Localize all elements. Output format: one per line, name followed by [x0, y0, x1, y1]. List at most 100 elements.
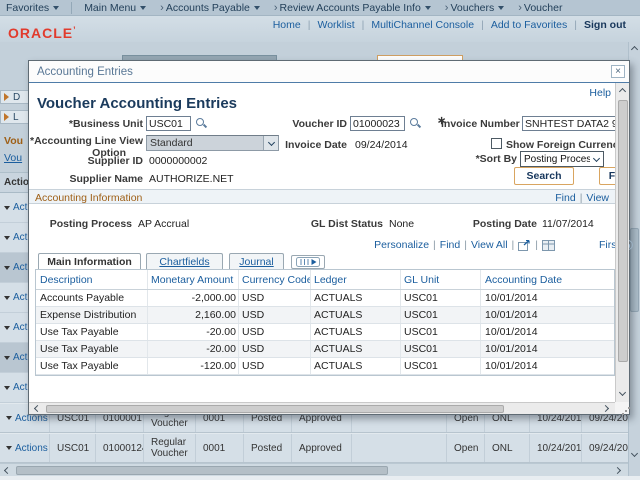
breadcrumb-review-ap-info[interactable]: Review Accounts Payable Info [266, 2, 437, 14]
posting-process-value: AP Accrual [138, 218, 189, 230]
lookup-icon[interactable] [195, 117, 207, 129]
modal-horizontal-scrollbar[interactable] [29, 402, 615, 414]
invoice-date-value: 09/24/2014 [355, 139, 408, 151]
table-row: Accounts Payable -2,000.00 USD ACTUALS U… [36, 290, 614, 307]
scrollbar-thumb[interactable] [16, 466, 388, 475]
scroll-down-arrow[interactable] [629, 448, 640, 459]
show-all-columns-icon[interactable] [291, 255, 325, 269]
view-link[interactable]: View [586, 192, 609, 204]
gl-dist-status-label: GL Dist Status [269, 218, 383, 230]
show-foreign-currency-checkbox[interactable] [491, 138, 502, 149]
table-row: Use Tax Payable -20.00 USD ACTUALS USC01… [36, 341, 614, 358]
close-icon[interactable]: × [611, 65, 625, 78]
add-to-favorites-link[interactable]: Add to Favorites [491, 19, 567, 31]
tab-journal[interactable]: Journal [229, 253, 284, 269]
background-row-actions-selected[interactable]: Actions [0, 253, 28, 283]
accounting-information-section-header: Accounting Information Find|View [29, 189, 615, 204]
scrollbar-thumb[interactable] [618, 100, 628, 362]
column-header: Monetary Amount [148, 270, 239, 289]
column-header: Description [36, 270, 148, 289]
breadcrumb: Favorites Main Menu Accounts Payable Rev… [0, 0, 640, 16]
tab-main-information[interactable]: Main Information [38, 253, 141, 269]
posting-date-value: 11/07/2014 [542, 218, 594, 230]
actions-caret-icon [4, 386, 10, 390]
business-unit-label: *Business Unit [29, 118, 143, 130]
invoice-number-label: Invoice Number [441, 118, 519, 130]
download-grid-icon[interactable] [542, 240, 555, 251]
bottom-strip [0, 476, 640, 480]
multichannel-console-link[interactable]: MultiChannel Console [371, 19, 474, 31]
scrollbar-thumb[interactable] [46, 405, 504, 413]
oracle-logo: ORACLE [8, 25, 77, 41]
expand-arrow-icon [4, 113, 9, 121]
breadcrumb-vouchers[interactable]: Vouchers [437, 2, 510, 14]
scroll-right-arrow[interactable] [612, 465, 623, 476]
show-foreign-currency-label: Show Foreign Currency [506, 139, 616, 151]
background-row-actions[interactable]: Actions [0, 373, 28, 403]
main-menu[interactable]: Main Menu [78, 2, 152, 14]
divider [71, 2, 72, 14]
background-row-actions[interactable]: Actions [0, 193, 28, 223]
background-tab-link[interactable]: Vou [4, 152, 30, 164]
section-links: Find|View [555, 192, 609, 204]
voucher-id-input[interactable] [350, 116, 405, 131]
view-all-link[interactable]: View All [471, 239, 508, 251]
scroll-right-arrow[interactable] [600, 403, 611, 414]
background-group-title: Vou [4, 135, 30, 147]
voucher-style-cell: Regular Voucher [144, 434, 196, 462]
supplier-name-value: AUTHORIZE.NET [149, 173, 234, 185]
table-row: Use Tax Payable -20.00 USD ACTUALS USC01… [36, 324, 614, 341]
sign-out-link[interactable]: Sign out [584, 19, 626, 31]
actions-caret-icon [4, 356, 10, 360]
home-link[interactable]: Home [273, 19, 301, 31]
search-button[interactable]: Search [514, 167, 574, 185]
collapsed-section-2[interactable]: L [0, 110, 28, 124]
page-horizontal-scrollbar[interactable] [0, 463, 628, 476]
date-cell: 09/24/2014 [582, 434, 632, 462]
empty-cell [352, 434, 447, 462]
invoice-date-label: Invoice Date [259, 139, 347, 151]
tab-chartfields[interactable]: Chartfields [146, 253, 223, 269]
screen: Favorites Main Menu Accounts Payable Rev… [0, 0, 640, 480]
modal-vertical-scrollbar[interactable] [615, 83, 629, 402]
actions-caret-icon [6, 416, 12, 420]
date-cell: 10/24/2014 [530, 434, 582, 462]
background-row-actions[interactable]: Actions [0, 283, 28, 313]
actions-menu[interactable]: Actions [0, 434, 50, 462]
sort-by-select[interactable]: Posting Process [520, 151, 604, 167]
gl-dist-status-value: None [389, 218, 414, 230]
actions-caret-icon [4, 326, 10, 330]
column-header: Currency Code [239, 270, 311, 289]
popout-grid-icon[interactable] [518, 240, 531, 251]
worklist-link[interactable]: Worklist [317, 19, 354, 31]
supplier-name-label: Supplier Name [29, 173, 143, 185]
scroll-up-arrow[interactable] [617, 86, 628, 97]
find-link[interactable]: Find [555, 192, 575, 204]
approval-cell: Approved [292, 434, 352, 462]
modal-titlebar: Accounting Entries × [29, 61, 629, 83]
scroll-left-arrow[interactable] [32, 403, 43, 414]
breadcrumb-accounts-payable[interactable]: Accounts Payable [152, 2, 266, 14]
background-row-actions-selected[interactable]: Actions [0, 343, 28, 373]
help-link[interactable]: Help [589, 87, 611, 99]
table-row: Expense Distribution 2,160.00 USD ACTUAL… [36, 307, 614, 324]
header-links: Home| Worklist| MultiChannel Console| Ad… [273, 19, 626, 31]
scroll-up-arrow[interactable] [629, 44, 640, 55]
actions-caret-icon [4, 296, 10, 300]
header-bar: ORACLE Home| Worklist| MultiChannel Cons… [0, 16, 640, 42]
posting-date-label: Posting Date [429, 218, 537, 230]
lookup-icon[interactable] [409, 117, 421, 129]
background-row-actions[interactable]: Actions [0, 223, 28, 253]
scroll-left-arrow[interactable] [2, 465, 13, 476]
favorites-menu[interactable]: Favorites [0, 2, 65, 14]
find-link[interactable]: Find [440, 239, 460, 251]
scroll-down-arrow[interactable] [617, 387, 628, 398]
personalize-link[interactable]: Personalize [374, 239, 429, 251]
column-header: Ledger [311, 270, 401, 289]
background-row-actions[interactable]: Actions [0, 313, 28, 343]
supplier-id-value: 0000000002 [149, 155, 207, 167]
collapsed-section-1[interactable]: D [0, 90, 28, 104]
business-unit-input[interactable] [146, 116, 191, 131]
resize-grip-icon[interactable] [615, 402, 629, 414]
invoice-number-input[interactable] [522, 116, 623, 131]
